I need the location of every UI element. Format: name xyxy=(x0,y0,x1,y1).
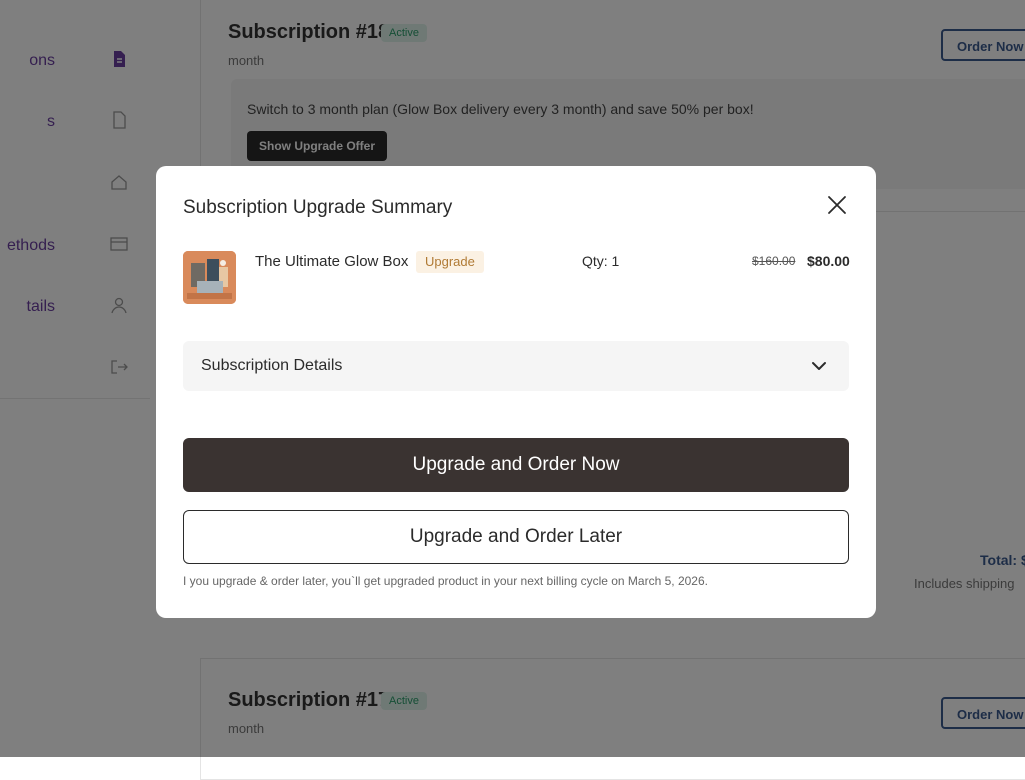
upgrade-price: $80.00 xyxy=(807,253,850,269)
product-quantity: Qty: 1 xyxy=(582,253,620,269)
subscription-details-accordion[interactable]: Subscription Details xyxy=(183,341,849,391)
modal-title: Subscription Upgrade Summary xyxy=(183,197,453,218)
close-icon[interactable] xyxy=(824,192,850,218)
product-name: The Ultimate Glow Box xyxy=(255,253,409,270)
upgrade-and-order-now-button[interactable]: Upgrade and Order Now xyxy=(183,438,849,492)
upgrade-and-order-later-button[interactable]: Upgrade and Order Later xyxy=(183,510,849,564)
upgrade-badge: Upgrade xyxy=(416,251,484,273)
subscription-details-label: Subscription Details xyxy=(201,357,343,374)
chevron-down-icon xyxy=(812,362,826,370)
upgrade-later-note: I you upgrade & order later, you`ll get … xyxy=(183,574,708,588)
upgrade-summary-modal: Subscription Upgrade Summary The Ultimat… xyxy=(156,166,876,618)
product-image xyxy=(183,251,236,304)
product-thumbnail xyxy=(183,251,236,304)
original-price: $160.00 xyxy=(752,254,796,268)
